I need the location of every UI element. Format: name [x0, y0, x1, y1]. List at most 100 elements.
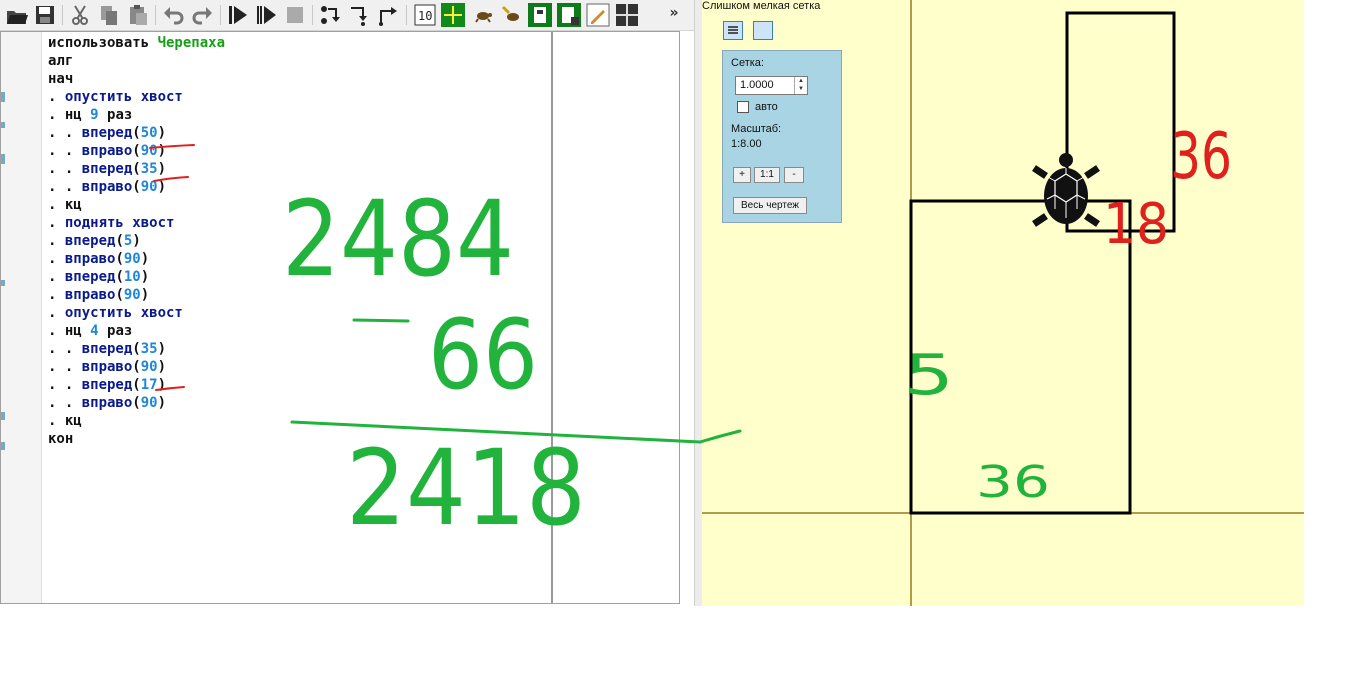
turtle-sprite — [1032, 153, 1100, 227]
save-drawing-icon[interactable] — [528, 3, 552, 27]
code-line[interactable]: . нц 4 раз — [48, 322, 225, 340]
turtle-target-icon[interactable] — [441, 3, 465, 27]
code-line[interactable]: . . вперед(35) — [48, 160, 225, 178]
program-code[interactable]: использовать Черепаха алг нач. опустить хв… — [48, 34, 225, 448]
code-text: ( — [115, 233, 124, 249]
code-text: . . — [48, 161, 82, 177]
code-text: . нц — [48, 107, 91, 123]
turtle-pen-icon[interactable] — [500, 3, 524, 27]
code-text: раз — [98, 107, 133, 123]
code-line[interactable]: алг — [48, 52, 225, 70]
code-editor[interactable]: использовать Черепаха алг нач. опустить хв… — [0, 31, 680, 604]
code-line[interactable]: . . вправо(90) — [48, 142, 225, 160]
code-text: ) — [140, 287, 150, 303]
code-text: ) — [157, 161, 167, 177]
code-number: 90 — [140, 179, 158, 195]
code-keyword: вперед — [81, 377, 133, 393]
code-line[interactable]: . . вперед(50) — [48, 124, 225, 142]
turtle-canvas[interactable]: Слишком мелкая сетка Сетка: 1.0000 ▲ ▼ ав… — [702, 0, 1304, 606]
toggle-view-button[interactable] — [753, 21, 773, 40]
grid-warning: Слишком мелкая сетка — [702, 0, 821, 12]
code-text: ) — [140, 251, 150, 267]
code-line[interactable]: . . вправо(90) — [48, 178, 225, 196]
copy-icon[interactable] — [97, 3, 121, 27]
code-line[interactable]: . . вперед(17) — [48, 376, 225, 394]
paste-icon[interactable] — [126, 3, 150, 27]
code-text: . — [48, 305, 65, 321]
code-text: . — [48, 269, 65, 285]
code-text: нач — [48, 71, 74, 87]
code-text: . . — [48, 359, 82, 375]
step-out-icon[interactable] — [377, 3, 401, 27]
svg-text:10: 10 — [418, 9, 432, 23]
code-text: ( — [132, 341, 141, 357]
code-text: ( — [132, 179, 141, 195]
code-line[interactable]: . . вправо(90) — [48, 394, 225, 412]
zoom-reset-button[interactable]: 1:1 — [754, 167, 780, 183]
code-text: ) — [157, 341, 167, 357]
code-line[interactable]: . . вправо(90) — [48, 358, 225, 376]
grid-step-spinbox[interactable]: 1.0000 ▲ ▼ — [735, 76, 808, 95]
code-keyword: вперед — [81, 125, 133, 141]
code-line[interactable]: . поднять хвост — [48, 214, 225, 232]
spin-arrows[interactable]: ▲ ▼ — [794, 77, 807, 94]
code-line[interactable]: . . вперед(35) — [48, 340, 225, 358]
code-text: . кц — [48, 197, 82, 213]
run-icon[interactable] — [226, 3, 250, 27]
checker-icon[interactable] — [615, 3, 639, 27]
cut-icon[interactable] — [68, 3, 92, 27]
grid-10-icon[interactable]: 10 — [413, 3, 437, 27]
code-line[interactable]: нач — [48, 70, 225, 88]
code-line[interactable]: . вправо(90) — [48, 286, 225, 304]
save-drawing-green-icon[interactable] — [557, 3, 581, 27]
code-line[interactable]: . вперед(10) — [48, 268, 225, 286]
grid-step-value: 1.0000 — [740, 79, 774, 91]
code-line[interactable]: . нц 9 раз — [48, 106, 225, 124]
code-line[interactable]: . кц — [48, 196, 225, 214]
path-rect-second — [909, 199, 1132, 515]
step-into-icon[interactable] — [348, 3, 372, 27]
open-icon[interactable] — [5, 3, 29, 27]
code-keyword: вправо — [81, 143, 133, 159]
code-text: использовать — [48, 35, 158, 51]
code-keyword: опустить хвост — [64, 89, 183, 105]
step-over-icon[interactable] — [318, 3, 342, 27]
turtle-icon[interactable] — [471, 3, 495, 27]
code-text: ) — [157, 395, 167, 411]
code-text: ( — [132, 377, 141, 393]
code-text: . — [48, 287, 65, 303]
code-text: . — [48, 215, 65, 231]
code-text: ) — [157, 377, 167, 393]
auto-checkbox[interactable] — [737, 101, 749, 113]
code-line[interactable]: . вправо(90) — [48, 250, 225, 268]
pencil-tool-icon[interactable] — [586, 3, 610, 27]
save-icon[interactable] — [33, 3, 57, 27]
code-text: . — [48, 251, 65, 267]
redo-icon[interactable] — [190, 3, 214, 27]
code-keyword: поднять хвост — [64, 215, 175, 231]
editor-margin — [21, 32, 42, 603]
code-line[interactable]: . вперед(5) — [48, 232, 225, 250]
stop-icon[interactable] — [283, 3, 307, 27]
zoom-in-button[interactable]: + — [733, 167, 751, 183]
fit-all-button[interactable]: Весь чертеж — [733, 197, 807, 214]
code-text: . . — [48, 377, 82, 393]
code-text: ( — [132, 161, 141, 177]
run-step-icon[interactable] — [254, 3, 278, 27]
toggle-panel-button[interactable] — [723, 21, 743, 40]
code-line[interactable]: . опустить хвост — [48, 304, 225, 322]
code-number: 90 — [140, 143, 158, 159]
zoom-out-button[interactable]: - — [784, 167, 804, 183]
code-text: ( — [115, 287, 124, 303]
code-text: ) — [157, 143, 167, 159]
code-text: кон — [48, 431, 74, 447]
code-line[interactable]: . опустить хвост — [48, 88, 225, 106]
undo-icon[interactable] — [162, 3, 186, 27]
code-line[interactable]: кон — [48, 430, 225, 448]
toolbar-overflow-button[interactable]: » — [666, 5, 682, 25]
code-number: 90 — [123, 287, 141, 303]
code-line[interactable]: использовать Черепаха — [48, 34, 225, 52]
code-text: ) — [157, 179, 167, 195]
code-line[interactable]: . кц — [48, 412, 225, 430]
code-keyword: вправо — [81, 395, 133, 411]
